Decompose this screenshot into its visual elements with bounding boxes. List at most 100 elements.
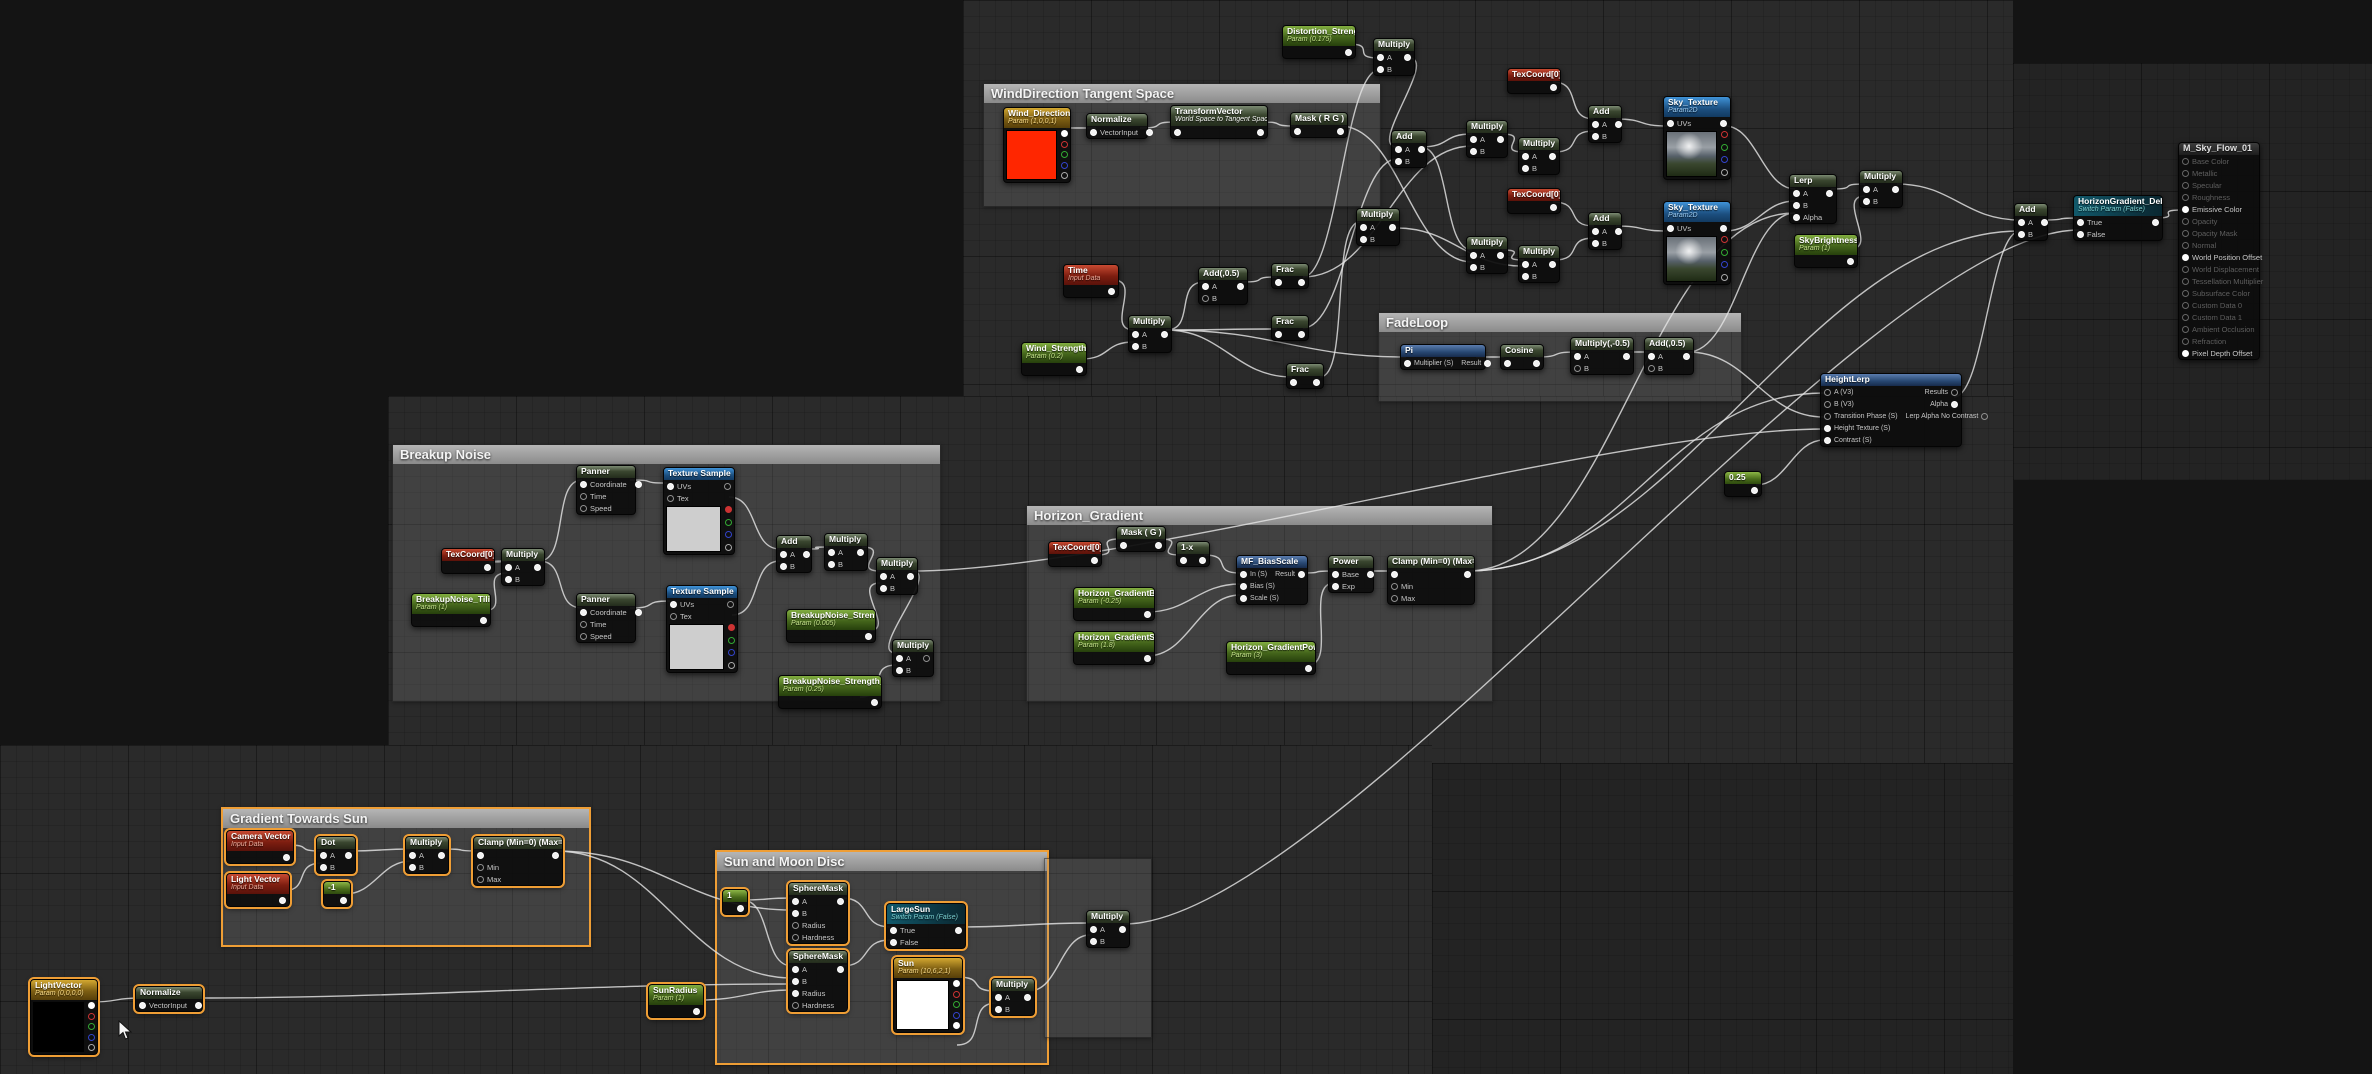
pin[interactable] xyxy=(2182,170,2189,177)
node-lerp[interactable]: LerpABAlpha xyxy=(1789,174,1837,224)
pin[interactable] xyxy=(1470,136,1477,143)
pin[interactable] xyxy=(896,655,903,662)
pin[interactable] xyxy=(195,1002,202,1009)
pin[interactable] xyxy=(1549,153,1556,160)
pin[interactable] xyxy=(1305,665,1312,672)
node-sunradius[interactable]: SunRadiusParam (1) xyxy=(648,984,704,1018)
pin[interactable] xyxy=(1721,144,1728,151)
pin[interactable] xyxy=(2182,218,2189,225)
pin[interactable] xyxy=(1615,121,1622,128)
node-mf-biasscale[interactable]: MF_BiasScaleIn (S)ResultBias (S)Scale (S… xyxy=(1236,555,1308,605)
pin[interactable] xyxy=(477,876,484,883)
node-spheremask[interactable]: SphereMaskABRadiusHardness xyxy=(788,950,848,1012)
pin[interactable] xyxy=(1144,655,1151,662)
pin[interactable] xyxy=(1648,365,1655,372)
pin[interactable] xyxy=(1119,926,1126,933)
pin[interactable] xyxy=(1155,542,1162,549)
pin[interactable] xyxy=(728,637,735,644)
pin[interactable] xyxy=(1892,186,1899,193)
node-transformvector[interactable]: TransformVectorWorld Space to Tangent Sp… xyxy=(1170,105,1268,139)
pin[interactable] xyxy=(1290,379,1297,386)
pin[interactable] xyxy=(1592,240,1599,247)
pin[interactable] xyxy=(580,505,587,512)
node-clamp-min-0-max-1[interactable]: Clamp (Min=0) (Max=1)MinMax xyxy=(1387,555,1475,605)
pin[interactable] xyxy=(728,662,735,669)
pin[interactable] xyxy=(792,898,799,905)
pin[interactable] xyxy=(88,1013,95,1020)
pin[interactable] xyxy=(2152,219,2159,226)
pin[interactable] xyxy=(1470,148,1477,155)
pin[interactable] xyxy=(1484,360,1491,367)
pin[interactable] xyxy=(2182,206,2189,213)
pin[interactable] xyxy=(1391,571,1398,578)
node-multiply[interactable]: MultiplyAB xyxy=(1466,120,1508,158)
node-add[interactable]: AddAB xyxy=(1391,130,1427,168)
pin[interactable] xyxy=(1721,274,1728,281)
pin[interactable] xyxy=(1721,169,1728,176)
pin[interactable] xyxy=(728,649,735,656)
pin[interactable] xyxy=(1550,84,1557,91)
node-wind-strength[interactable]: Wind_StrengthParam (0.2) xyxy=(1021,342,1087,376)
pin[interactable] xyxy=(1146,129,1153,136)
pin[interactable] xyxy=(1337,128,1344,135)
pin[interactable] xyxy=(880,585,887,592)
pin[interactable] xyxy=(1592,121,1599,128)
pin[interactable] xyxy=(1377,54,1384,61)
pin[interactable] xyxy=(1090,129,1097,136)
pin[interactable] xyxy=(1395,158,1402,165)
pin[interactable] xyxy=(1847,258,1854,265)
pin[interactable] xyxy=(1951,389,1958,396)
node-dot[interactable]: DotAB xyxy=(316,836,356,874)
pin[interactable] xyxy=(2182,338,2189,345)
pin[interactable] xyxy=(667,483,674,490)
pin[interactable] xyxy=(635,609,642,616)
pin[interactable] xyxy=(1161,331,1168,338)
pin[interactable] xyxy=(1574,353,1581,360)
pin[interactable] xyxy=(552,852,559,859)
node-breakupnoise-tiling[interactable]: BreakupNoise_TilingParam (1) xyxy=(411,593,491,627)
pin[interactable] xyxy=(1240,583,1247,590)
pin[interactable] xyxy=(1667,120,1674,127)
material-graph-canvas[interactable]: WindDirection Tangent SpaceFadeLoopBreak… xyxy=(0,0,2372,1074)
pin[interactable] xyxy=(1202,295,1209,302)
pin[interactable] xyxy=(1090,938,1097,945)
pin[interactable] xyxy=(1108,288,1115,295)
pin[interactable] xyxy=(1061,141,1068,148)
node-panner[interactable]: PannerCoordinateTimeSpeed xyxy=(576,593,636,643)
pin[interactable] xyxy=(1721,156,1728,163)
pin[interactable] xyxy=(2018,231,2025,238)
node-multiply[interactable]: MultiplyAB xyxy=(405,836,449,874)
pin[interactable] xyxy=(1275,331,1282,338)
pin[interactable] xyxy=(1793,214,1800,221)
pin[interactable] xyxy=(2018,219,2025,226)
pin[interactable] xyxy=(792,990,799,997)
pin[interactable] xyxy=(1294,128,1301,135)
node-add-0-5[interactable]: Add(,0.5)AB xyxy=(1198,267,1248,305)
pin[interactable] xyxy=(1721,249,1728,256)
pin[interactable] xyxy=(1981,413,1988,420)
pin[interactable] xyxy=(792,910,799,917)
pin[interactable] xyxy=(1132,343,1139,350)
pin[interactable] xyxy=(1061,151,1068,158)
pin[interactable] xyxy=(1061,172,1068,179)
pin[interactable] xyxy=(1951,401,1958,408)
pin[interactable] xyxy=(505,564,512,571)
pin[interactable] xyxy=(1360,224,1367,231)
pin[interactable] xyxy=(1470,264,1477,271)
pin[interactable] xyxy=(727,601,734,608)
pin[interactable] xyxy=(1464,571,1471,578)
pin[interactable] xyxy=(477,864,484,871)
node-panner[interactable]: PannerCoordinateTimeSpeed xyxy=(576,465,636,515)
pin[interactable] xyxy=(1615,228,1622,235)
node-add[interactable]: AddAB xyxy=(2014,203,2048,241)
pin[interactable] xyxy=(1720,225,1727,232)
pin[interactable] xyxy=(728,624,735,631)
pin[interactable] xyxy=(1667,225,1674,232)
pin[interactable] xyxy=(1377,66,1384,73)
node-light-vector[interactable]: Light VectorInput Data xyxy=(226,873,290,907)
pin[interactable] xyxy=(1257,129,1264,136)
pin[interactable] xyxy=(2182,182,2189,189)
pin[interactable] xyxy=(345,852,352,859)
node-frac[interactable]: Frac xyxy=(1271,315,1309,341)
pin[interactable] xyxy=(1240,595,1247,602)
